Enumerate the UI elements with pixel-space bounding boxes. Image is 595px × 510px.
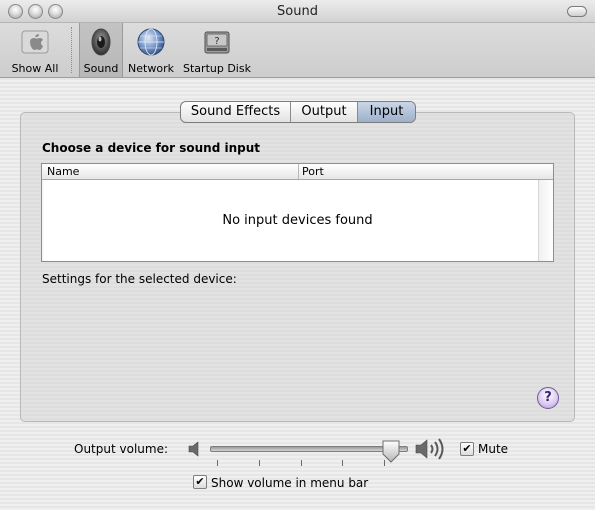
help-button[interactable]: ? bbox=[537, 387, 559, 409]
toolbar-item-show-all[interactable]: Show All bbox=[4, 23, 66, 77]
slider-tick bbox=[384, 460, 386, 466]
tab-bar: Sound Effects Output Input bbox=[180, 101, 416, 123]
input-device-table[interactable]: Name Port No input devices found bbox=[41, 163, 554, 262]
toolbar: Show All Sound Network ? Startup Disk bbox=[0, 23, 595, 78]
window-title: Sound bbox=[277, 4, 318, 19]
toolbar-item-label: Network bbox=[128, 62, 174, 75]
show-volume-in-menu-bar-checkbox[interactable]: ✔ bbox=[193, 475, 207, 489]
mute-checkbox[interactable]: ✔ bbox=[460, 442, 474, 456]
column-divider[interactable] bbox=[298, 164, 299, 179]
device-section-heading: Choose a device for sound input bbox=[42, 141, 260, 155]
empty-table-message: No input devices found bbox=[222, 213, 373, 228]
tab-output[interactable]: Output bbox=[291, 102, 358, 122]
network-globe-icon bbox=[137, 28, 165, 56]
table-header: Name Port bbox=[42, 164, 553, 180]
tab-input[interactable]: Input bbox=[358, 102, 415, 122]
toolbar-separator bbox=[71, 27, 72, 73]
column-header-name[interactable]: Name bbox=[47, 165, 79, 178]
show-volume-in-menu-bar-label[interactable]: Show volume in menu bar bbox=[211, 476, 368, 490]
toolbar-item-label: Show All bbox=[11, 62, 59, 75]
toolbar-item-label: Sound bbox=[83, 62, 119, 75]
toolbar-item-startup-disk[interactable]: ? Startup Disk bbox=[181, 23, 253, 77]
slider-tick bbox=[342, 460, 344, 466]
startup-disk-icon: ? bbox=[204, 31, 230, 54]
toolbar-item-label: Startup Disk bbox=[183, 62, 251, 75]
toolbar-item-network[interactable]: Network bbox=[126, 23, 176, 77]
slider-tick bbox=[300, 460, 302, 466]
apple-logo-icon bbox=[21, 30, 49, 54]
speaker-low-icon bbox=[188, 441, 199, 457]
svg-text:?: ? bbox=[214, 36, 219, 47]
tab-sound-effects[interactable]: Sound Effects bbox=[181, 102, 291, 122]
device-settings-label: Settings for the selected device: bbox=[42, 272, 237, 286]
slider-tick bbox=[217, 460, 218, 466]
title-bar[interactable]: Sound bbox=[0, 0, 595, 23]
speaker-icon bbox=[91, 28, 111, 56]
speaker-high-icon bbox=[415, 438, 444, 460]
column-header-port[interactable]: Port bbox=[302, 165, 324, 178]
output-volume-slider[interactable] bbox=[210, 446, 408, 452]
output-volume-label: Output volume: bbox=[74, 442, 168, 456]
mute-label[interactable]: Mute bbox=[478, 442, 508, 456]
toolbar-toggle-button[interactable] bbox=[567, 6, 587, 17]
toolbar-item-sound[interactable]: Sound bbox=[79, 23, 123, 77]
slider-tick bbox=[258, 460, 260, 466]
input-group-box bbox=[20, 112, 575, 422]
